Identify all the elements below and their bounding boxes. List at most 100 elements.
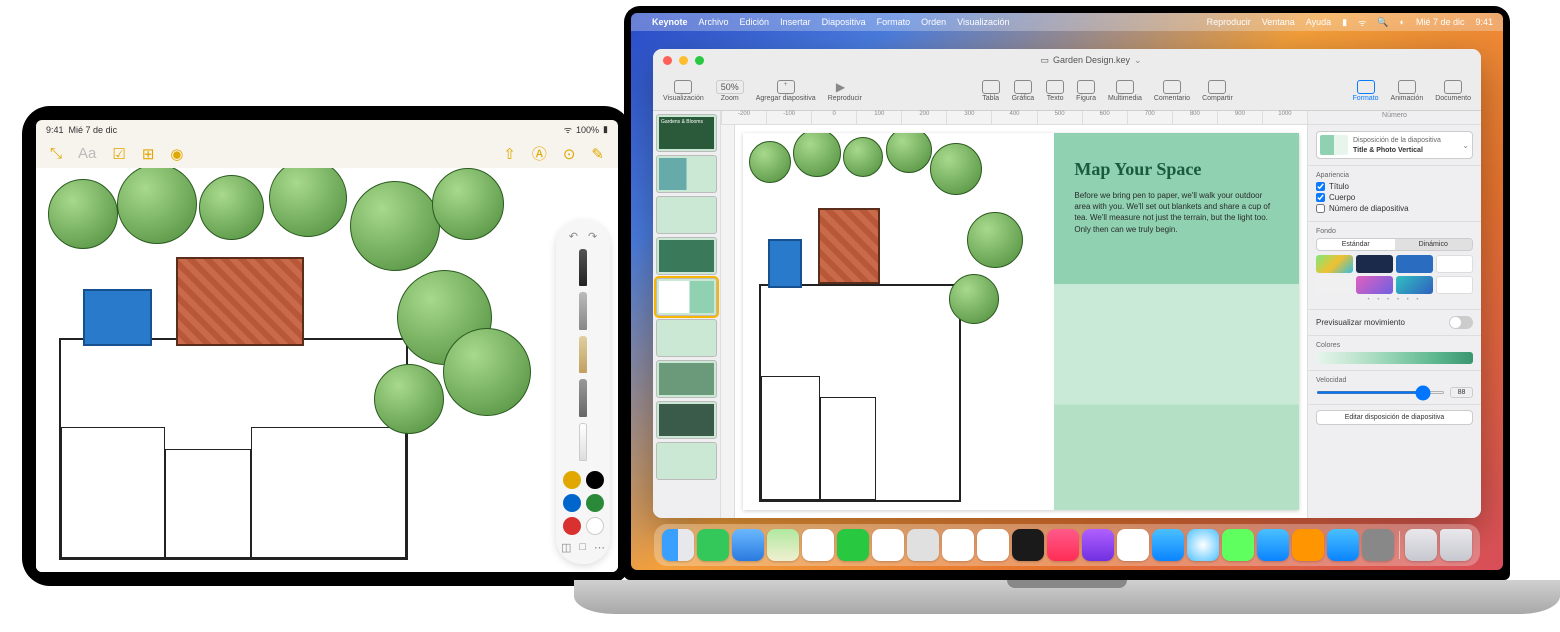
dock-photos[interactable] — [802, 529, 834, 561]
slide-text-pane[interactable]: Map Your Space Before we bring pen to pa… — [1054, 133, 1299, 510]
collapse-icon[interactable]: ⤡ — [50, 145, 62, 162]
format-button[interactable]: Formato — [1352, 80, 1378, 102]
dock-news[interactable] — [1117, 529, 1149, 561]
close-button[interactable] — [663, 56, 672, 65]
slidenum-checkbox[interactable]: Número de diapositiva — [1316, 204, 1473, 213]
checklist-icon[interactable]: ☑ — [112, 145, 125, 163]
slide-thumb[interactable] — [656, 155, 717, 193]
menu-item[interactable]: Archivo — [699, 17, 729, 27]
dock-trash[interactable] — [1440, 529, 1472, 561]
dock-facetime[interactable] — [837, 529, 869, 561]
dock-numbers[interactable] — [1222, 529, 1254, 561]
slide-thumb[interactable] — [656, 319, 717, 357]
bg-swatch[interactable] — [1436, 276, 1473, 294]
dock-contacts[interactable] — [907, 529, 939, 561]
bg-swatch[interactable] — [1316, 276, 1353, 294]
camera-icon[interactable]: ◉ — [170, 145, 183, 163]
bg-swatch[interactable] — [1316, 255, 1353, 273]
minimize-button[interactable] — [679, 56, 688, 65]
wifi-icon[interactable]: ᯤ — [1358, 16, 1366, 29]
menu-item[interactable]: Reproducir — [1207, 17, 1251, 27]
share-button[interactable]: Compartir — [1202, 80, 1233, 102]
menubar-date[interactable]: Mié 7 de dic — [1416, 17, 1465, 27]
dock-maps[interactable] — [767, 529, 799, 561]
comment-button[interactable]: Comentario — [1154, 80, 1190, 102]
share-icon[interactable]: ⇧ — [503, 145, 516, 163]
edit-layout-button[interactable]: Editar disposición de diapositiva — [1316, 410, 1473, 425]
dock-podcasts[interactable] — [1082, 529, 1114, 561]
slide-thumb-selected[interactable] — [656, 278, 717, 316]
animate-button[interactable]: Animación — [1391, 80, 1424, 102]
slide[interactable]: Map Your Space Before we bring pen to pa… — [743, 133, 1299, 510]
add-slide-button[interactable]: +Agregar diapositiva — [756, 80, 816, 102]
body-checkbox[interactable]: Cuerpo — [1316, 193, 1473, 202]
slide-title[interactable]: Map Your Space — [1074, 159, 1279, 180]
dock-downloads[interactable] — [1405, 529, 1437, 561]
colors-gradient[interactable] — [1316, 352, 1473, 364]
dock-finder[interactable] — [662, 529, 694, 561]
slide-body[interactable]: Before we bring pen to paper, we'll walk… — [1074, 190, 1279, 235]
dock-appstore[interactable] — [1152, 529, 1184, 561]
slide-layout-picker[interactable]: Disposición de la diapositiva Title & Ph… — [1316, 131, 1473, 159]
bg-swatch[interactable] — [1356, 255, 1393, 273]
dock-music[interactable] — [1047, 529, 1079, 561]
dock-app[interactable] — [1327, 529, 1359, 561]
dock-notes[interactable] — [977, 529, 1009, 561]
menu-item[interactable]: Formato — [877, 17, 911, 27]
slide-thumb[interactable] — [656, 237, 717, 275]
dock-messages[interactable] — [697, 529, 729, 561]
menu-item[interactable]: Ventana — [1262, 17, 1295, 27]
bg-swatch[interactable] — [1356, 276, 1393, 294]
dock-mail[interactable] — [732, 529, 764, 561]
menu-item[interactable]: Visualización — [957, 17, 1009, 27]
slide-thumb[interactable] — [656, 401, 717, 439]
speed-value[interactable]: 88 — [1450, 387, 1473, 398]
play-button[interactable]: ▶Reproducir — [828, 80, 862, 102]
markup-icon[interactable]: Ⓐ — [532, 143, 547, 164]
slide-thumb[interactable]: Gardens & Blooms — [656, 114, 717, 152]
chart-button[interactable]: Gráfica — [1012, 80, 1035, 102]
bg-swatch[interactable] — [1436, 255, 1473, 273]
menu-item[interactable]: Edición — [740, 17, 770, 27]
app-name[interactable]: Keynote — [652, 17, 688, 27]
zoom-button[interactable]: 50%Zoom — [716, 80, 744, 102]
shapes-icon[interactable]: ◫ — [561, 541, 571, 554]
menu-item[interactable]: Diapositiva — [822, 17, 866, 27]
document-button[interactable]: Documento — [1435, 80, 1471, 102]
bg-swatch[interactable] — [1396, 276, 1433, 294]
slide-thumb[interactable] — [656, 196, 717, 234]
preview-motion-toggle[interactable] — [1449, 316, 1473, 329]
ipad-canvas[interactable]: ↶ ↷ ◫ □ ⋯ — [36, 168, 618, 572]
view-button[interactable]: Visualización — [663, 80, 704, 102]
slide-thumb[interactable] — [656, 360, 717, 398]
media-button[interactable]: Multimedia — [1108, 80, 1142, 102]
chevron-down-icon[interactable]: ⌄ — [1134, 55, 1142, 66]
zoom-button[interactable] — [695, 56, 704, 65]
text-button[interactable]: Texto — [1046, 80, 1064, 102]
dock-calendar[interactable] — [872, 529, 904, 561]
menubar-time[interactable]: 9:41 — [1475, 17, 1493, 27]
background-segmented[interactable]: Estándar Dinámico — [1316, 238, 1473, 251]
menu-item[interactable]: Insertar — [780, 17, 811, 27]
dock-reminders[interactable] — [942, 529, 974, 561]
table-icon[interactable]: ⊞ — [142, 145, 155, 163]
menu-item[interactable]: Ayuda — [1306, 17, 1331, 27]
table-button[interactable]: Tabla — [982, 80, 1000, 102]
page-dots[interactable]: • • • • • • — [1316, 297, 1473, 303]
dock-tv[interactable] — [1012, 529, 1044, 561]
dock-safari[interactable] — [1187, 529, 1219, 561]
dock-keynote[interactable] — [1257, 529, 1289, 561]
title-checkbox[interactable]: Título — [1316, 182, 1473, 191]
control-center-icon[interactable]: ◐ — [1400, 17, 1405, 27]
dock-settings[interactable] — [1362, 529, 1394, 561]
dock-pages[interactable] — [1292, 529, 1324, 561]
slide-image[interactable] — [743, 133, 1054, 510]
mac-dock[interactable] — [654, 524, 1480, 566]
font-icon[interactable]: Aa — [78, 145, 96, 162]
slide-navigator[interactable]: Gardens & Blooms — [653, 111, 721, 518]
speed-slider[interactable] — [1316, 391, 1445, 394]
search-icon[interactable]: 🔍 — [1377, 17, 1388, 28]
bg-swatch[interactable] — [1396, 255, 1433, 273]
slide-thumb[interactable] — [656, 442, 717, 480]
menu-item[interactable]: Orden — [921, 17, 946, 27]
